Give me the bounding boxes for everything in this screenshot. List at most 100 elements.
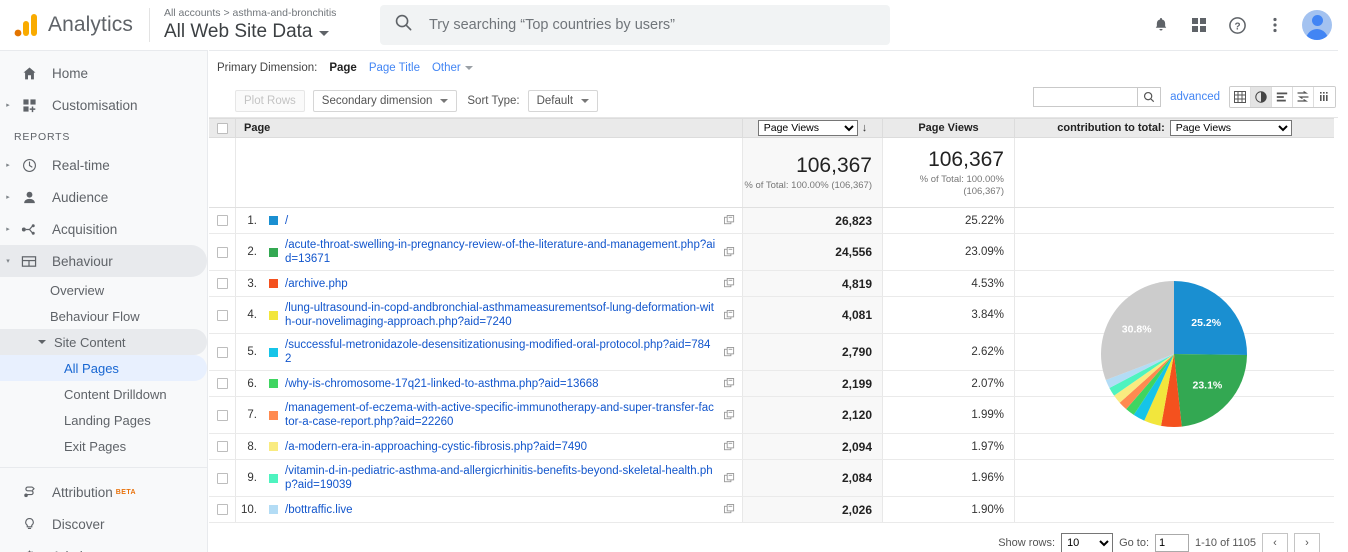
dimension-tab-page-title[interactable]: Page Title [369,62,420,74]
page-link[interactable]: /why-is-chromosome-17q21-linked-to-asthm… [285,377,599,391]
avatar[interactable] [1302,10,1332,40]
sidebar-item-content-drilldown[interactable]: Content Drilldown [0,381,207,407]
sidebar-item-admin[interactable]: Admin [0,540,207,552]
row-checkbox[interactable] [217,247,228,258]
show-rows-select[interactable]: 10 [1061,533,1113,552]
select-all-checkbox[interactable] [217,123,228,134]
page-link[interactable]: /successful-metronidazole-desensitizatio… [285,338,716,366]
table-view-icon[interactable] [1230,87,1251,107]
table-search[interactable] [1033,87,1161,107]
global-search[interactable] [380,5,890,45]
sort-type-button[interactable]: Default [528,90,598,112]
page-link[interactable]: / [285,214,288,228]
open-in-new-window-icon[interactable] [716,397,742,433]
column-header-metric2[interactable]: Page Views [882,119,1014,137]
performance-view-icon[interactable] [1272,87,1293,107]
secondary-dimension-button[interactable]: Secondary dimension [313,90,458,112]
row-index: 8. [235,434,263,459]
row-checkbox[interactable] [217,278,228,289]
open-in-new-window-icon[interactable] [716,434,742,459]
dimension-tab-page[interactable]: Page [329,62,357,74]
next-page-button[interactable]: › [1294,533,1320,552]
series-color-swatch [269,505,278,514]
row-checkbox[interactable] [217,473,228,484]
contribution-select[interactable]: Page Views [1170,120,1292,136]
row-checkbox[interactable] [217,310,228,321]
column-header-page[interactable]: Page [235,119,742,137]
table-search-button[interactable] [1137,87,1161,107]
open-in-new-window-icon[interactable] [716,234,742,270]
page-link[interactable]: /archive.php [285,277,348,291]
row-page-views: 26,823 [742,208,882,233]
open-in-new-window-icon[interactable] [716,208,742,233]
sidebar-item-customisation[interactable]: ▸ Customisation [0,89,207,121]
prev-page-button[interactable]: ‹ [1262,533,1288,552]
open-in-new-window-icon[interactable] [716,297,742,333]
table-search-input[interactable] [1033,87,1137,107]
sidebar-item-attribution[interactable]: Attribution BETA [0,476,207,508]
search-input[interactable] [427,16,876,34]
sidebar-item-behaviour-flow[interactable]: Behaviour Flow [0,303,207,329]
sort-desc-icon[interactable]: ↓ [862,123,868,134]
sidebar-item-landing-pages[interactable]: Landing Pages [0,407,207,433]
page-link[interactable]: /a-modern-era-in-approaching-cystic-fibr… [285,440,587,454]
row-checkbox[interactable] [217,378,228,389]
person-icon [16,190,42,205]
row-page-cell: /archive.php [263,271,716,296]
view-type-group [1229,86,1336,108]
sidebar-item-site-content[interactable]: Site Content [0,329,207,355]
sidebar-item-exit-pages[interactable]: Exit Pages [0,433,207,459]
sidebar-item-behaviour[interactable]: ▾ Behaviour [0,245,207,277]
page-link[interactable]: /bottraffic.live [285,503,353,517]
sidebar-sub-label: Site Content [54,335,126,350]
page-link[interactable]: /management-of-eczema-with-active-specif… [285,401,716,429]
page-scrollbar[interactable] [1338,50,1348,552]
help-icon[interactable]: ? [1226,14,1248,36]
page-link[interactable]: /acute-throat-swelling-in-pregnancy-revi… [285,238,716,266]
report-toolbar: Plot Rows Secondary dimension Sort Type:… [209,84,1348,118]
sidebar-item-discover[interactable]: Discover [0,508,207,540]
comparison-view-icon[interactable] [1293,87,1314,107]
sidebar-sub-label: Content Drilldown [64,387,167,402]
row-contribution-cell [1014,460,1334,496]
row-checkbox-cell [209,397,235,433]
plot-rows-button[interactable]: Plot Rows [235,90,305,112]
apps-grid-icon[interactable] [1188,14,1210,36]
metric1-select[interactable]: Page Views [758,120,858,136]
open-in-new-window-icon[interactable] [716,271,742,296]
row-checkbox[interactable] [217,347,228,358]
notifications-bell-icon[interactable] [1150,14,1172,36]
sidebar-item-all-pages[interactable]: All Pages [0,355,207,381]
row-checkbox[interactable] [217,441,228,452]
sidebar-item-acquisition[interactable]: ▸ Acquisition [0,213,207,245]
row-checkbox-cell [209,334,235,370]
sidebar-item-audience[interactable]: ▸ Audience [0,181,207,213]
open-in-new-window-icon[interactable] [716,334,742,370]
goto-input[interactable] [1155,534,1189,552]
summary-metric2-total: 106,367 [928,148,1004,172]
table-row: 7./management-of-eczema-with-active-spec… [209,397,1334,434]
account-selector[interactable]: All accounts > asthma-and-bronchitis All… [164,7,344,44]
row-checkbox[interactable] [217,504,228,515]
property-name[interactable]: All Web Site Data [164,20,344,44]
open-in-new-window-icon[interactable] [716,497,742,522]
page-link[interactable]: /lung-ultrasound-in-copd-andbronchial-as… [285,301,716,329]
row-page-cell: /bottraffic.live [263,497,716,522]
acquisition-icon [16,222,42,237]
page-link[interactable]: /vitamin-d-in-pediatric-asthma-and-aller… [285,464,716,492]
sidebar-item-real-time[interactable]: ▸ Real-time [0,149,207,181]
row-checkbox[interactable] [217,410,228,421]
more-vert-icon[interactable] [1264,14,1286,36]
pivot-view-icon[interactable] [1314,87,1335,107]
row-page-views: 2,120 [742,397,882,433]
advanced-link[interactable]: advanced [1170,91,1220,103]
row-page-views: 2,790 [742,334,882,370]
sidebar-item-home[interactable]: Home [0,57,207,89]
dimension-other-dropdown[interactable]: Other [432,62,473,74]
pie-view-icon[interactable] [1251,87,1272,107]
row-checkbox[interactable] [217,215,228,226]
open-in-new-window-icon[interactable] [716,460,742,496]
row-page-views: 4,081 [742,297,882,333]
open-in-new-window-icon[interactable] [716,371,742,396]
sidebar-item-overview[interactable]: Overview [0,277,207,303]
